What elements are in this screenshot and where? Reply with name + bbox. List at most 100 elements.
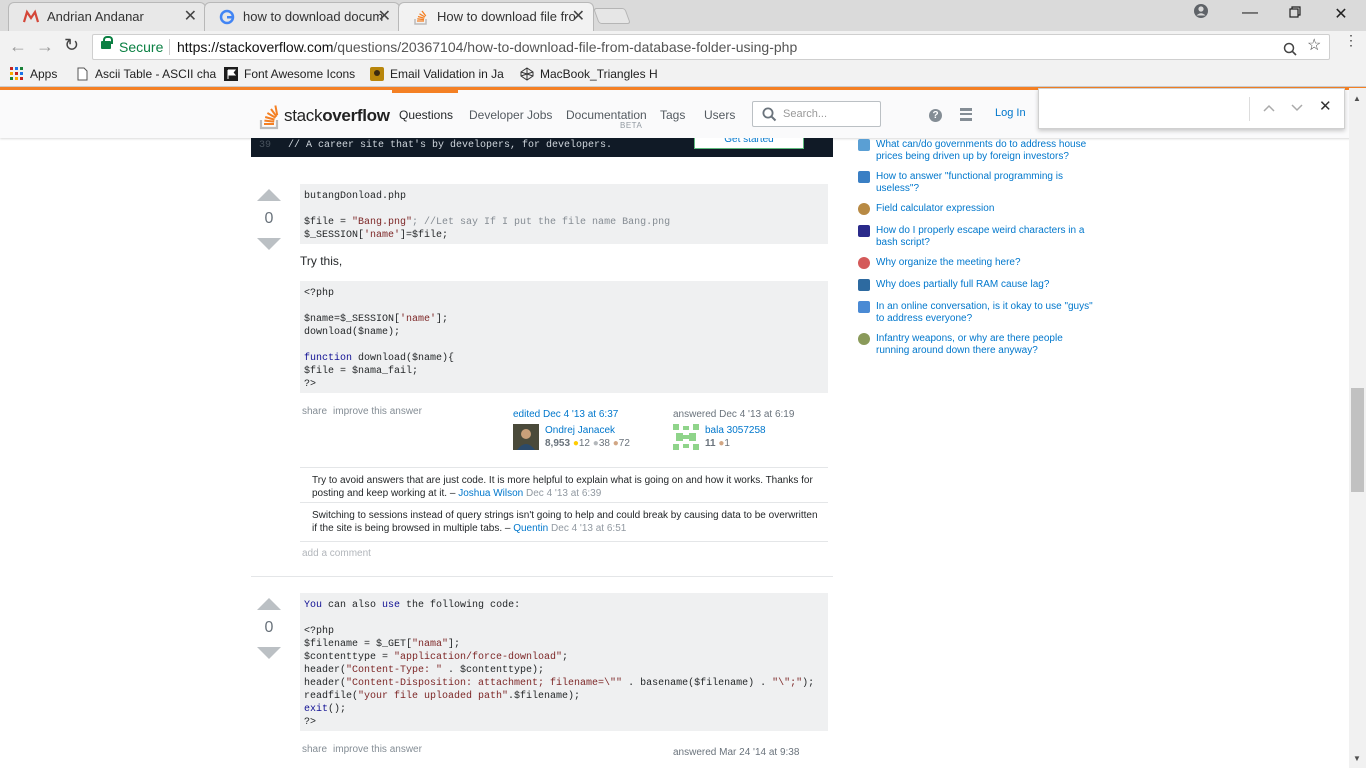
code-line: $contenttype = "application/force-downlo…: [304, 652, 568, 663]
stackoverflow-logo-icon[interactable]: [259, 104, 281, 130]
code-token: ];: [436, 314, 449, 325]
comment-date[interactable]: Dec 4 '13 at 6:39: [526, 488, 601, 499]
bookmark-macbook-triangles[interactable]: MacBook_Triangles H: [520, 67, 658, 81]
edited-link[interactable]: edited Dec 4 '13 at 6:37: [513, 409, 663, 420]
hot-question-item[interactable]: What can/do governments do to address ho…: [858, 139, 1098, 163]
hot-question-link[interactable]: Infantry weapons, or why are there peopl…: [876, 333, 1098, 357]
get-started-button[interactable]: Get started: [694, 138, 804, 149]
hot-question-item[interactable]: Field calculator expression: [858, 203, 1098, 215]
code-string: "Content-Disposition: attachment; filena…: [346, 678, 623, 689]
site-switcher-icon[interactable]: [960, 108, 972, 121]
find-close-icon[interactable]: ✕: [1319, 97, 1332, 115]
share-link[interactable]: share: [302, 406, 327, 417]
hot-question-item[interactable]: Infantry weapons, or why are there peopl…: [858, 333, 1098, 357]
code-line: exit();: [304, 704, 346, 715]
nav-tags[interactable]: Tags: [660, 108, 685, 122]
help-icon[interactable]: ?: [929, 109, 942, 122]
author-name-link[interactable]: bala 3057258: [705, 425, 766, 436]
upvote-arrow-icon[interactable]: [257, 189, 281, 201]
close-tab-icon[interactable]: ✕: [184, 3, 197, 30]
code-keyword: use: [382, 600, 401, 611]
bookmark-email-validation[interactable]: Email Validation in Ja: [370, 67, 504, 81]
hot-question-link[interactable]: How to answer "functional programming is…: [876, 171, 1098, 195]
bookmark-star-icon[interactable]: ☆: [1307, 34, 1321, 58]
site-favicon-icon: [370, 67, 384, 81]
downvote-arrow-icon[interactable]: [257, 647, 281, 659]
add-comment-link[interactable]: add a comment: [302, 548, 371, 559]
hot-question-item[interactable]: In an online conversation, is it okay to…: [858, 301, 1098, 325]
menu-icon[interactable]: ⋮: [1344, 33, 1358, 47]
reload-icon[interactable]: ↻: [64, 35, 79, 56]
hot-question-link[interactable]: Why does partially full RAM cause lag?: [876, 279, 1098, 291]
comment-date[interactable]: Dec 4 '13 at 6:51: [551, 523, 626, 534]
code-line: $file = "Bang.png"; //Let say If I put t…: [304, 217, 670, 228]
find-input[interactable]: [1047, 97, 1243, 121]
code-comment: ; //Let say If I put the file name Bang.…: [412, 217, 671, 228]
login-link[interactable]: Log In: [995, 107, 1026, 119]
jobs-ad-banner[interactable]: 39 // A career site that's by developers…: [251, 138, 833, 157]
comment-user-link[interactable]: Joshua Wilson: [458, 488, 523, 499]
code-token: readfile(: [304, 691, 359, 702]
comment-user-link[interactable]: Quentin: [513, 523, 548, 534]
scroll-up-icon[interactable]: ▲: [1353, 94, 1361, 103]
divider: [169, 39, 170, 55]
minimize-icon[interactable]: —: [1235, 4, 1265, 22]
bookmark-ascii-table[interactable]: Ascii Table - ASCII cha: [75, 67, 216, 81]
improve-answer-link[interactable]: improve this answer: [333, 406, 422, 417]
hot-question-item[interactable]: Why does partially full RAM cause lag?: [858, 279, 1098, 291]
restore-icon[interactable]: [1280, 5, 1310, 23]
hot-question-link[interactable]: In an online conversation, is it okay to…: [876, 301, 1098, 325]
code-string: "\";": [772, 678, 803, 689]
bookmark-label: Apps: [30, 67, 58, 81]
browser-tab-2[interactable]: how to download docum ✕: [204, 2, 400, 31]
site-search-input[interactable]: Search...: [752, 101, 881, 127]
hot-question-link[interactable]: Field calculator expression: [876, 203, 1098, 215]
upvote-arrow-icon[interactable]: [257, 598, 281, 610]
find-previous-icon[interactable]: [1263, 99, 1275, 116]
hot-question-item[interactable]: How to answer "functional programming is…: [858, 171, 1098, 195]
address-bar[interactable]: Secure https://stackoverflow.com/questio…: [92, 34, 1330, 60]
code-line: header("Content-Type: " . $contenttype);: [304, 665, 544, 676]
nav-documentation[interactable]: Documentation: [566, 108, 647, 122]
scrollbar-thumb[interactable]: [1351, 388, 1364, 492]
close-tab-icon[interactable]: ✕: [572, 3, 585, 30]
bookmark-font-awesome[interactable]: Font Awesome Icons: [224, 67, 355, 81]
code-token: $filename = $_GET[: [304, 639, 413, 650]
nav-developer-jobs[interactable]: Developer Jobs: [469, 108, 552, 122]
hot-question-link[interactable]: What can/do governments do to address ho…: [876, 139, 1098, 163]
share-link[interactable]: share: [302, 744, 327, 755]
hot-question-item[interactable]: How do I properly escape weird character…: [858, 225, 1098, 249]
code-block: You can also use the following code: <?p…: [300, 593, 828, 731]
back-icon[interactable]: ←: [9, 36, 27, 57]
silver-badge-count: 38: [598, 438, 610, 449]
new-tab-button[interactable]: [593, 8, 631, 24]
google-icon: [219, 9, 235, 25]
improve-answer-link[interactable]: improve this answer: [333, 744, 422, 755]
editor-avatar[interactable]: [513, 424, 539, 450]
url-host: https://stackoverflow.com: [177, 39, 334, 55]
close-window-icon[interactable]: ✕: [1326, 4, 1356, 24]
close-tab-icon[interactable]: ✕: [378, 3, 391, 30]
code-line: $file = $nama_fail;: [304, 366, 419, 377]
downvote-arrow-icon[interactable]: [257, 238, 281, 250]
logo-wordmark[interactable]: stackoverflow: [284, 106, 390, 126]
editor-name-link[interactable]: Ondrej Janacek: [545, 425, 630, 436]
browser-tab-3-active[interactable]: How to download file fro ✕: [398, 2, 594, 31]
vote-count: 0: [264, 210, 274, 227]
nav-questions[interactable]: Questions: [399, 108, 453, 122]
hot-question-link[interactable]: How do I properly escape weird character…: [876, 225, 1098, 249]
find-next-icon[interactable]: [1291, 99, 1303, 116]
beta-badge: BETA: [620, 121, 643, 130]
author-identicon[interactable]: [673, 424, 699, 450]
scroll-down-icon[interactable]: ▼: [1353, 754, 1361, 763]
browser-tab-1[interactable]: Andrian Andanar ✕: [8, 2, 206, 31]
hot-question-link[interactable]: Why organize the meeting here?: [876, 257, 1098, 269]
bookmark-apps[interactable]: Apps: [10, 67, 57, 81]
profile-icon[interactable]: [1186, 3, 1216, 24]
forward-icon[interactable]: →: [36, 36, 54, 57]
code-line: function download($name){: [304, 353, 454, 364]
code-string: 'name': [400, 314, 437, 325]
nav-users[interactable]: Users: [704, 108, 735, 122]
hot-question-item[interactable]: Why organize the meeting here?: [858, 257, 1098, 269]
zoom-icon[interactable]: [1283, 39, 1297, 63]
